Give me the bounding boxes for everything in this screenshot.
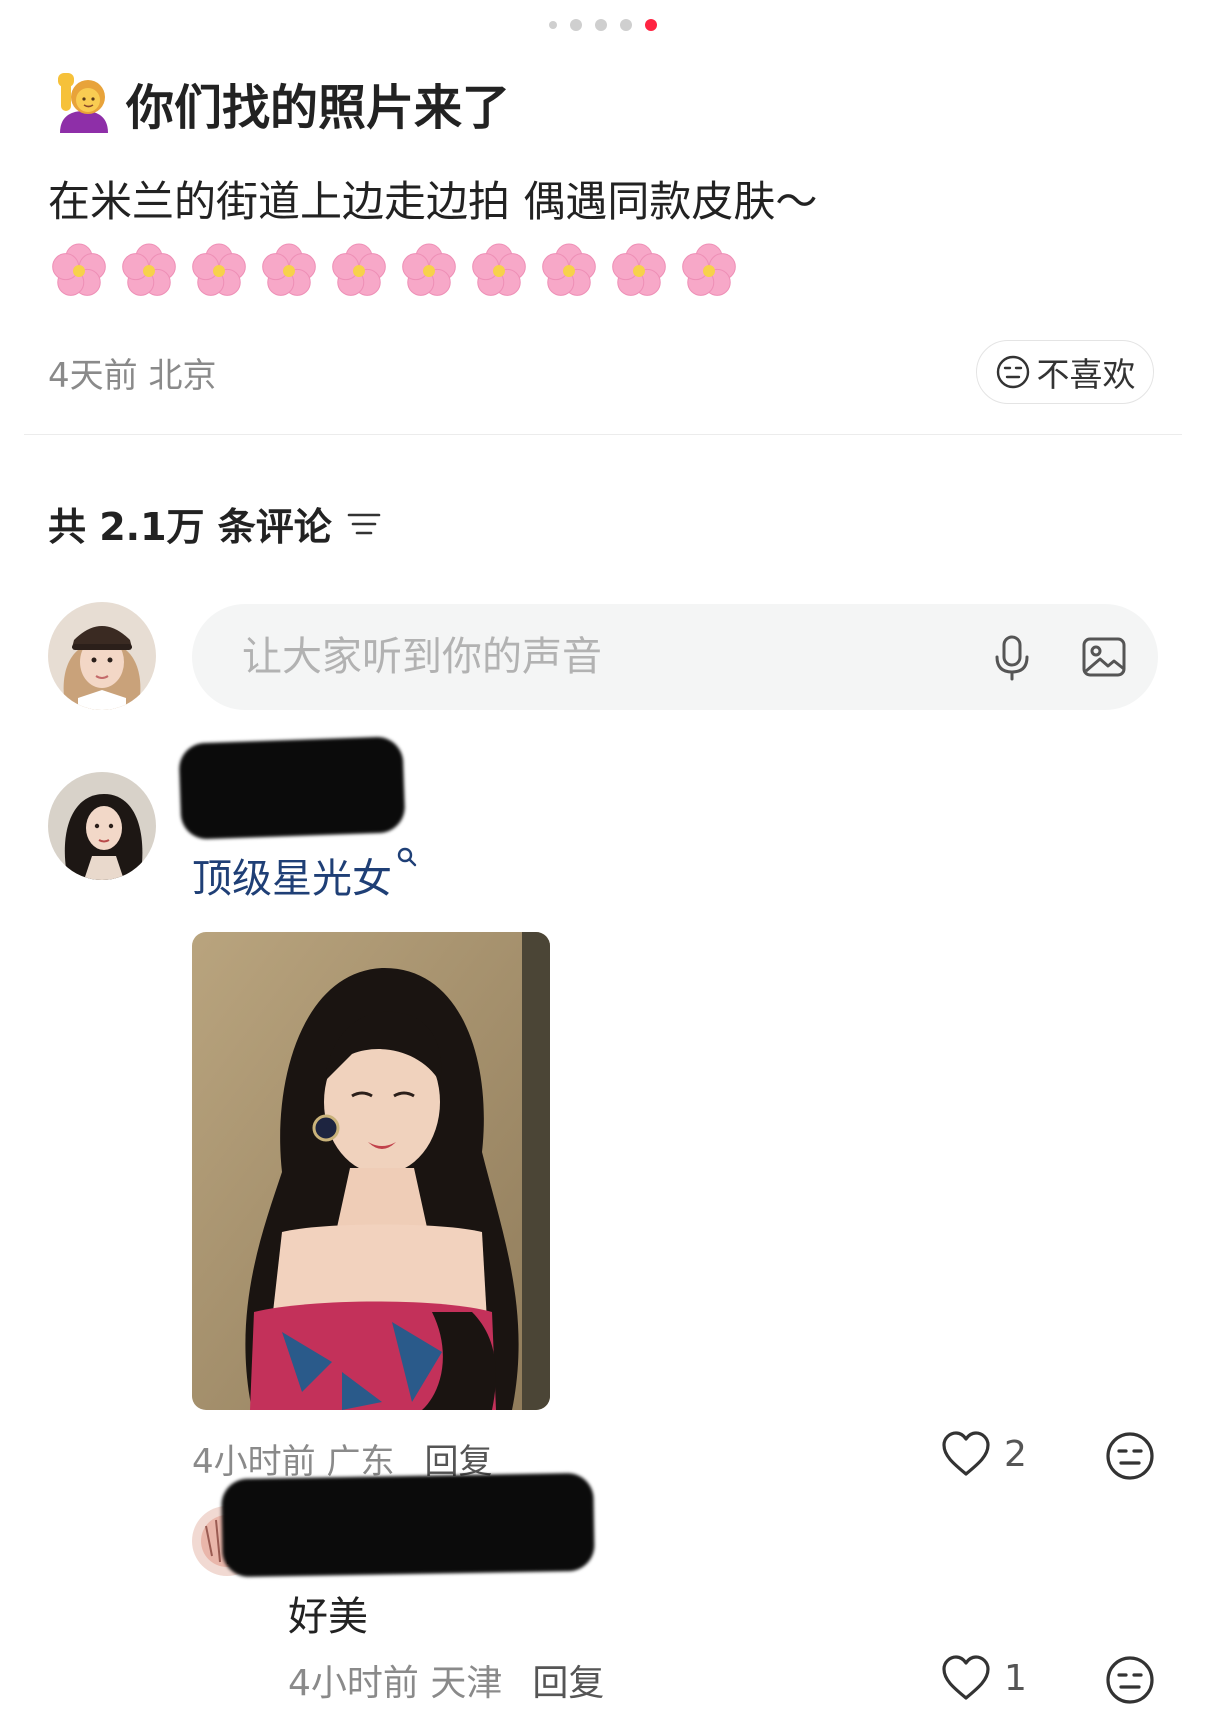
redacted-username — [221, 1472, 595, 1578]
comment-meta: 4小时前 天津 回复 — [288, 1654, 604, 1706]
cherry-blossom-icon — [122, 243, 176, 296]
my-avatar[interactable] — [48, 602, 156, 710]
divider — [24, 434, 1182, 435]
redacted-username — [178, 736, 406, 840]
carousel-dot — [620, 19, 632, 31]
comment-input-box[interactable] — [192, 604, 1158, 710]
portrait-photo — [192, 932, 550, 1410]
cherry-blossom-icon — [192, 243, 246, 296]
cherry-blossom-icon — [262, 243, 316, 296]
comment-count: 共 2.1万 条评论 — [48, 496, 382, 551]
comment-time: 4小时前 广东 — [192, 1442, 395, 1482]
heart-icon — [942, 1655, 990, 1700]
post-title: 你们找的照片来了 — [52, 68, 510, 138]
heart-icon — [942, 1431, 990, 1476]
carousel-dot — [595, 19, 607, 31]
comment-count-label: 共 2.1万 条评论 — [48, 505, 332, 549]
like-count: 2 — [1004, 1433, 1027, 1475]
like-button[interactable]: 2 — [940, 1430, 1027, 1478]
flower-emoji-row — [48, 240, 740, 302]
neutral-face-icon — [1106, 1656, 1154, 1704]
carousel-dot — [549, 21, 557, 29]
avatar-image — [48, 602, 156, 710]
like-button[interactable]: 1 — [940, 1654, 1027, 1702]
post-meta: 4天前 北京 — [48, 356, 217, 396]
comment-input[interactable] — [240, 633, 946, 681]
cherry-blossom-icon — [542, 243, 596, 296]
comment-text: 顶级星光女 — [192, 846, 418, 904]
cherry-blossom-icon — [682, 243, 736, 296]
dislike-comment-button[interactable] — [1104, 1654, 1156, 1710]
post-title-text: 你们找的照片来了 — [126, 80, 511, 136]
dislike-label: 不喜欢 — [1036, 355, 1136, 394]
cherry-blossom-icon — [332, 243, 386, 296]
cherry-blossom-icon — [612, 243, 666, 296]
dislike-comment-button[interactable] — [1104, 1430, 1156, 1486]
cherry-blossom-icon — [472, 243, 526, 296]
sort-icon[interactable] — [346, 509, 382, 539]
like-count: 1 — [1004, 1657, 1027, 1699]
cherry-blossom-icon — [52, 243, 106, 296]
search-icon[interactable] — [396, 846, 418, 868]
carousel-indicator — [0, 18, 1206, 32]
carousel-dot — [570, 19, 582, 31]
person-raising-hand-icon — [58, 73, 108, 133]
comment-photo[interactable] — [192, 932, 550, 1410]
carousel-dot-active — [645, 19, 657, 31]
comment-time: 4小时前 天津 — [288, 1663, 503, 1704]
reply-button[interactable]: 回复 — [532, 1654, 604, 1706]
commenter-avatar[interactable] — [48, 772, 156, 880]
neutral-face-icon — [1106, 1432, 1154, 1480]
image-picker-icon[interactable] — [1078, 631, 1130, 683]
comment-text: 好美 — [288, 1594, 368, 1640]
comment-text-value[interactable]: 顶级星光女 — [192, 846, 392, 904]
cherry-blossom-icon — [402, 243, 456, 296]
post-body-text: 在米兰的街道上边走边拍 偶遇同款皮肤～ — [48, 177, 818, 226]
neutral-face-icon — [996, 355, 1029, 389]
avatar-image — [48, 772, 156, 880]
dislike-button[interactable]: 不喜欢 — [976, 340, 1154, 404]
microphone-icon[interactable] — [986, 631, 1038, 683]
